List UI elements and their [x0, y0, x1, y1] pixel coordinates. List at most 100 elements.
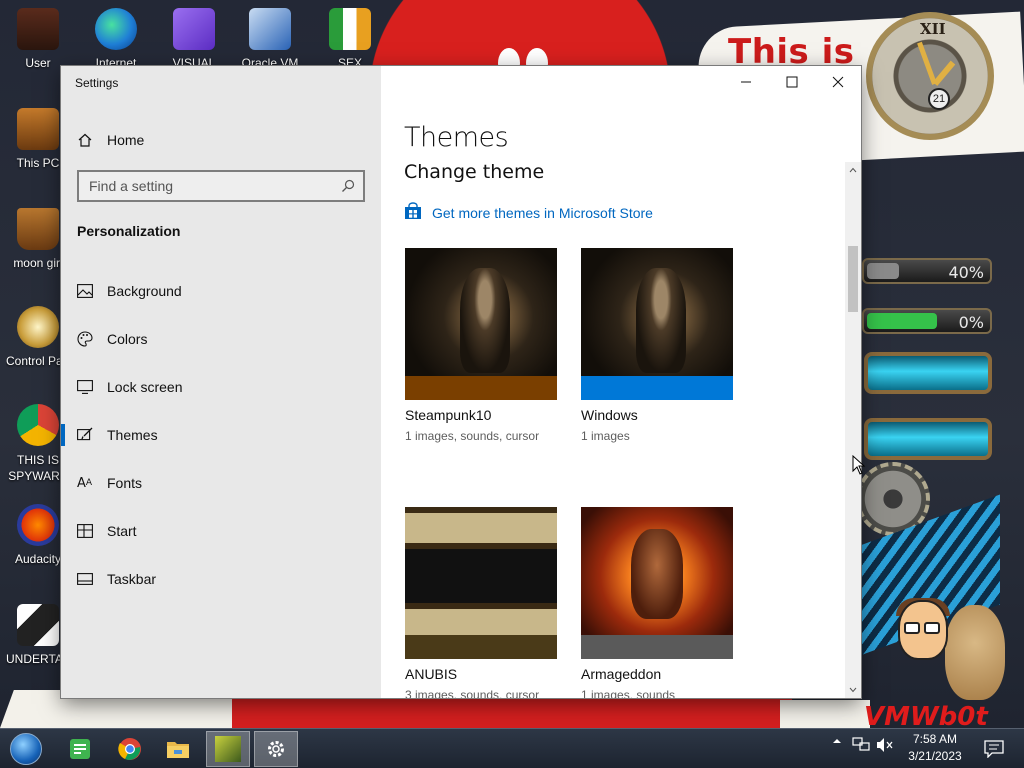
section-heading: Change theme: [404, 161, 545, 183]
settings-nav-pane: Settings Home Personalization Background: [61, 66, 381, 698]
app-thumbnail-icon: [215, 736, 241, 762]
scroll-thumb[interactable]: [848, 246, 858, 312]
minimize-button[interactable]: [723, 66, 769, 98]
settings-content-pane: Themes Change theme Get more themes in M…: [381, 66, 861, 698]
clock-gadget[interactable]: XII 21: [866, 12, 994, 140]
brush-icon: [77, 427, 107, 443]
theme-meta: 1 images: [581, 429, 630, 443]
nav-item-fonts[interactable]: AA Fonts: [77, 470, 367, 496]
nav-item-themes[interactable]: Themes: [61, 422, 367, 448]
theme-thumbnail: [405, 507, 557, 659]
monitor-icon: [77, 380, 107, 394]
theme-name: ANUBIS: [405, 666, 458, 682]
settings-window: Settings Home Personalization Background: [61, 66, 861, 698]
theme-tile-anubis[interactable]: ANUBIS 3 images, sounds, cursor: [405, 507, 559, 698]
nav-item-start[interactable]: Start: [77, 518, 367, 544]
nav-home[interactable]: Home: [77, 128, 367, 152]
minimize-icon: [741, 81, 751, 83]
computer-icon: [17, 108, 59, 150]
nav-item-label: Start: [107, 523, 137, 539]
taskbar-chrome[interactable]: [108, 731, 152, 767]
desktop-icon-user[interactable]: User: [6, 8, 70, 70]
store-link-label: Get more themes in Microsoft Store: [432, 204, 653, 221]
theme-figure: [460, 268, 510, 373]
theme-name: Steampunk10: [405, 407, 492, 423]
store-bag-icon: [404, 202, 422, 223]
close-icon: [832, 76, 844, 88]
cartoon-glasses: [924, 622, 940, 634]
taskbar-icon: [77, 573, 107, 585]
chevron-down-icon: [849, 687, 857, 693]
start-button[interactable]: [4, 731, 48, 767]
scroll-down-button[interactable]: [845, 682, 861, 698]
theme-tile-armageddon[interactable]: Armageddon 1 images, sounds: [581, 507, 735, 698]
visual-studio-icon: [173, 8, 215, 50]
close-button[interactable]: [815, 66, 861, 98]
search-box[interactable]: [77, 170, 365, 202]
volume-muted-icon: [877, 738, 893, 752]
clock-hand-hour: [932, 60, 956, 86]
start-grid-icon: [77, 524, 107, 538]
taskbar-date: 3/21/2023: [908, 749, 962, 763]
theme-name: Windows: [581, 407, 638, 423]
nav-item-label: Colors: [107, 331, 148, 347]
unity-icon: [17, 604, 59, 646]
chrome-icon: [17, 404, 59, 446]
desktop-icon-hxd[interactable]: SEX: [318, 8, 382, 70]
nav-item-taskbar[interactable]: Taskbar: [77, 566, 367, 592]
taskbar-app-thumbnail[interactable]: [206, 731, 250, 767]
taskbar-time: 7:58 AM: [912, 732, 958, 746]
nav-item-background[interactable]: Background: [77, 278, 367, 304]
chevron-up-icon: [833, 739, 841, 743]
action-center-button[interactable]: [980, 735, 1008, 763]
nav-home-label: Home: [107, 132, 145, 148]
cpu-meter-gadget[interactable]: 40%: [862, 258, 992, 284]
theme-tile-windows[interactable]: Windows 1 images: [581, 248, 735, 443]
ram-meter-label: 0%: [958, 313, 984, 332]
theme-meta: 1 images, sounds: [581, 688, 676, 698]
wallpaper-stripe-white: [780, 700, 870, 728]
search-icon[interactable]: [341, 179, 355, 196]
maximize-button[interactable]: [769, 66, 815, 98]
taskbar-clock[interactable]: 7:58 AM 3/21/2023: [896, 731, 974, 765]
chrome-icon: [118, 738, 141, 760]
cpu-meter-label: 40%: [948, 263, 984, 282]
volume-tray-button[interactable]: [876, 737, 894, 753]
nav-item-colors[interactable]: Colors: [77, 326, 367, 352]
show-hidden-icons-button[interactable]: [832, 737, 842, 745]
theme-tile-steampunk10[interactable]: Steampunk10 1 images, sounds, cursor: [405, 248, 559, 443]
taskbar-settings[interactable]: [254, 731, 298, 767]
theme-accent-bar: [405, 376, 557, 400]
gear-icon: [268, 741, 284, 757]
nav-item-label: Fonts: [107, 475, 143, 491]
picture-icon: [77, 284, 107, 298]
desktop-icon-edge[interactable]: Internet: [84, 8, 148, 70]
taskbar-file-explorer[interactable]: [156, 731, 200, 767]
store-link[interactable]: Get more themes in Microsoft Store: [404, 202, 653, 223]
taskbar-sticky-notes[interactable]: [58, 731, 102, 767]
hxd-icon: [329, 8, 371, 50]
theme-thumbnail: [581, 248, 733, 400]
home-icon: [77, 132, 107, 148]
desktop-icon-virtualbox[interactable]: Oracle VM: [238, 8, 302, 70]
wallpaper-stripe-red: [232, 697, 792, 728]
search-input[interactable]: [89, 178, 329, 194]
windows-logo-icon: [10, 733, 42, 765]
scroll-up-button[interactable]: [845, 162, 861, 178]
theme-thumbnail: [581, 507, 733, 659]
nav-item-label: Background: [107, 283, 182, 299]
desktop-icon-visual-studio[interactable]: VISUAL: [162, 8, 226, 70]
nav-item-lock-screen[interactable]: Lock screen: [77, 374, 367, 400]
clock-numeral: XII: [920, 20, 946, 38]
ram-meter-fill: [867, 313, 937, 329]
mouse-cursor-icon: [852, 454, 866, 480]
bin-icon: [17, 208, 59, 250]
network-tray-button[interactable]: [852, 737, 870, 753]
theme-accent-bar: [581, 376, 733, 400]
notification-icon: [984, 740, 1004, 758]
vertical-scrollbar[interactable]: [845, 162, 861, 698]
section-title: Personalization: [77, 223, 181, 239]
ram-meter-gadget[interactable]: 0%: [862, 308, 992, 334]
nav-item-label: Taskbar: [107, 571, 157, 587]
cartoon-glasses: [904, 622, 920, 634]
